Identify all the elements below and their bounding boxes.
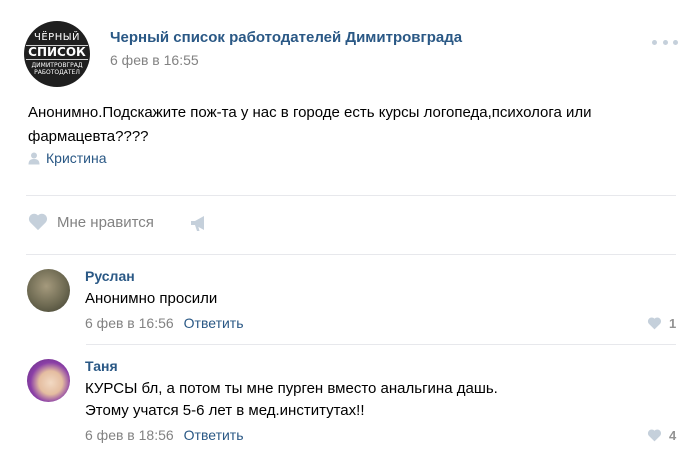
avatar-line-2: СПИСОК <box>26 45 88 60</box>
avatar-line-3: ДИМИТРОВГРАД <box>31 62 83 69</box>
comment-text: Анонимно просили <box>85 288 217 310</box>
wall-post: ЧЁРНЫЙ СПИСОК ДИМИТРОВГРАД РАБОТОДАТЕЛ Ч… <box>0 0 700 461</box>
comment-like-button[interactable]: 1 <box>647 316 676 331</box>
heart-icon <box>647 429 662 442</box>
comment-meta: 6 фев в 18:56 Ответить <box>85 427 244 443</box>
megaphone-icon <box>191 216 204 231</box>
comment-author-link[interactable]: Руслан <box>85 268 135 284</box>
divider <box>86 344 676 345</box>
post-signer-link[interactable]: Кристина <box>28 150 107 166</box>
group-name-link[interactable]: Черный список работодателей Димитровград… <box>110 29 462 46</box>
comment-text: КУРСЫ бл, а потом ты мне пурген вместо а… <box>85 378 498 422</box>
comment-meta: 6 фев в 16:56 Ответить <box>85 315 244 331</box>
post-text-line: фармацевта???? <box>28 128 149 145</box>
post-date[interactable]: 6 фев в 16:55 <box>110 52 199 68</box>
avatar-line-1: ЧЁРНЫЙ <box>33 32 81 43</box>
comment-like-count: 4 <box>669 428 677 443</box>
comment-avatar[interactable] <box>27 269 70 312</box>
heart-icon <box>28 213 48 231</box>
more-dot <box>673 39 678 45</box>
comment-text-line: Этому учатся 5-6 лет в мед.институтах!! <box>85 402 365 419</box>
more-dot <box>652 39 657 45</box>
comment-date[interactable]: 6 фев в 18:56 <box>85 427 174 443</box>
comment-text-line: КУРСЫ бл, а потом ты мне пурген вместо а… <box>85 380 498 397</box>
signer-name: Кристина <box>46 150 107 166</box>
comment-text-line: Анонимно просили <box>85 290 218 307</box>
like-button[interactable]: Мне нравится <box>28 213 154 231</box>
more-icon[interactable] <box>652 38 678 46</box>
group-avatar[interactable]: ЧЁРНЫЙ СПИСОК ДИМИТРОВГРАД РАБОТОДАТЕЛ <box>24 21 90 87</box>
like-label: Мне нравится <box>57 213 154 231</box>
post-text-line: Анонимно.Подскажите пож-та у нас в город… <box>28 104 592 121</box>
comment-date[interactable]: 6 фев в 16:56 <box>85 315 174 331</box>
post-text: Анонимно.Подскажите пож-та у нас в город… <box>28 101 678 149</box>
comment-like-count: 1 <box>669 316 677 331</box>
reply-button[interactable]: Ответить <box>184 427 244 443</box>
comment-avatar[interactable] <box>27 359 70 402</box>
heart-icon <box>647 317 662 330</box>
user-icon <box>28 152 40 164</box>
divider <box>26 254 676 255</box>
more-dot <box>662 39 668 45</box>
comment-author-link[interactable]: Таня <box>85 358 118 374</box>
comment-like-button[interactable]: 4 <box>647 428 676 443</box>
avatar-line-4: РАБОТОДАТЕЛ <box>34 69 80 76</box>
share-button[interactable] <box>190 215 208 236</box>
divider <box>26 195 676 196</box>
reply-button[interactable]: Ответить <box>184 315 244 331</box>
